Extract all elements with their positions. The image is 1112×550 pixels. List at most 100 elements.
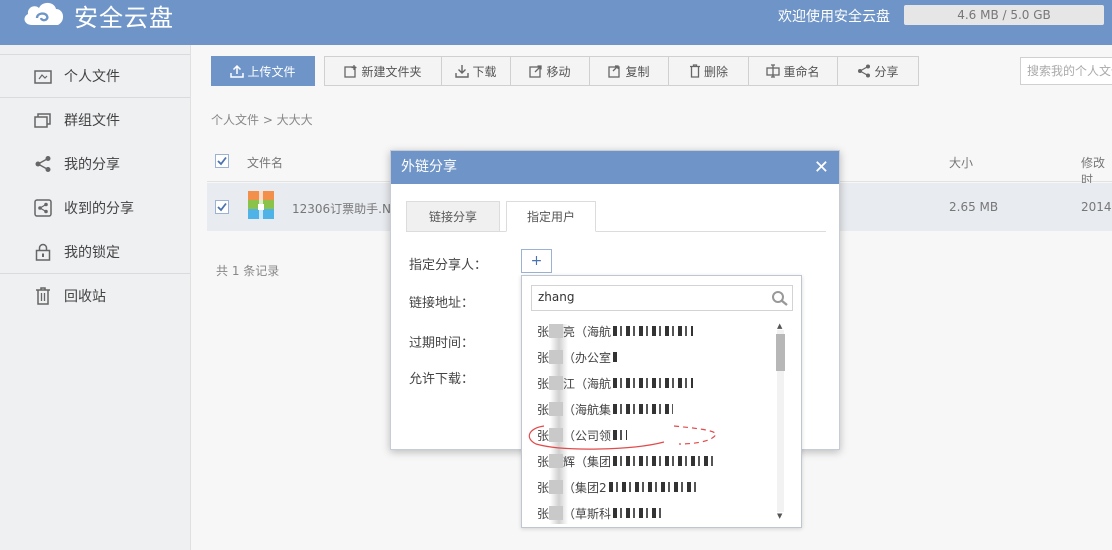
redacted-name: [549, 324, 564, 338]
sidebar-item-label: 回收站: [64, 289, 106, 305]
dropdown-scrollbar[interactable]: ▲ ▼: [774, 322, 786, 520]
move-button[interactable]: 移动: [510, 56, 590, 86]
folder-icon: [34, 67, 52, 85]
logo-text: 安全云盘: [74, 3, 174, 32]
sidebar-item-received-shares[interactable]: 收到的分享: [0, 186, 190, 230]
user-surname: 张: [537, 402, 550, 417]
user-surname: 张: [537, 480, 550, 495]
allow-download-label: 允许下载：: [409, 372, 475, 387]
user-surname: 张: [537, 350, 550, 365]
download-button[interactable]: 下载: [441, 56, 511, 86]
upload-icon: [230, 64, 245, 78]
sidebar-item-my-shares[interactable]: 我的分享: [0, 142, 190, 186]
link-address-label: 链接地址：: [409, 296, 475, 311]
dialog-title: 外链分享: [401, 159, 457, 175]
user-search-input[interactable]: zhang: [531, 285, 793, 311]
new-folder-button[interactable]: 新建文件夹: [324, 56, 442, 86]
trash-icon: [689, 64, 701, 78]
delete-button-label: 删除: [703, 64, 728, 79]
annotation-ellipse: [528, 425, 717, 450]
received-share-icon: [34, 199, 52, 217]
user-surname: 张: [537, 324, 550, 339]
row-checkbox[interactable]: [215, 200, 229, 214]
list-item[interactable]: 张江（海航: [537, 370, 777, 396]
tab-link-share[interactable]: 链接分享: [406, 201, 500, 232]
move-button-label: 移动: [546, 64, 571, 79]
sidebar-item-personal-files[interactable]: 个人文件: [0, 54, 190, 98]
move-icon: [529, 64, 543, 78]
user-org: 辉（集团: [563, 454, 612, 469]
rename-button[interactable]: 重命名: [748, 56, 838, 86]
scroll-up-icon[interactable]: ▲: [777, 322, 782, 330]
column-header-name[interactable]: 文件名: [247, 154, 283, 171]
expire-time-label: 过期时间：: [409, 336, 475, 351]
redacted-text: [613, 352, 620, 362]
redacted-text: [613, 456, 714, 466]
share-button-label: 分享: [874, 64, 899, 79]
top-header: 安全云盘 欢迎使用安全云盘 4.6 MB / 5.0 GB: [0, 0, 1112, 45]
group-folder-icon: [34, 111, 52, 129]
user-select-dropdown: zhang 张亮（海航 张（办公室 张江（海航 张（海航集 张（公司领 张辉（集…: [521, 275, 802, 528]
list-item[interactable]: 张 （集团2: [537, 474, 777, 500]
scrollbar-thumb[interactable]: [776, 334, 785, 371]
tab-specified-user[interactable]: 指定用户: [506, 201, 596, 232]
user-surname: 张: [537, 454, 550, 469]
rename-button-label: 重命名: [783, 64, 820, 79]
redacted-name: [549, 402, 564, 416]
upload-button[interactable]: 上传文件: [211, 56, 315, 86]
add-sharer-button[interactable]: +: [521, 249, 552, 273]
sidebar-item-label: 个人文件: [64, 69, 120, 85]
list-item[interactable]: 张 （草斯科: [537, 500, 777, 526]
file-name[interactable]: 12306订票助手.NE: [292, 200, 399, 217]
share-button[interactable]: 分享: [837, 56, 919, 86]
sidebar-item-my-locks[interactable]: 我的锁定: [0, 230, 190, 274]
list-item[interactable]: 张亮（海航: [537, 318, 777, 344]
delete-button[interactable]: 删除: [668, 56, 749, 86]
redacted-text: [613, 326, 694, 336]
list-item[interactable]: 张 （办公室: [537, 344, 777, 370]
dialog-tabs: 链接分享 指定用户: [406, 201, 826, 232]
user-org: 亮（海航: [563, 324, 612, 339]
user-org: （集团2: [563, 480, 607, 495]
cloud-icon: [22, 0, 66, 31]
new-folder-button-label: 新建文件夹: [361, 64, 422, 79]
redacted-name: [549, 350, 564, 364]
sidebar-item-label: 群组文件: [64, 113, 120, 129]
sidebar-item-label: 我的锁定: [64, 245, 120, 261]
zip-file-icon: [247, 190, 275, 224]
sidebar-item-group-files[interactable]: 群组文件: [0, 98, 190, 142]
breadcrumb[interactable]: 个人文件 > 大大大: [211, 111, 313, 128]
redacted-text: [613, 404, 674, 414]
redacted-name: [549, 454, 564, 468]
file-size: 2.65 MB: [949, 200, 999, 214]
download-icon: [455, 64, 470, 78]
lock-icon: [34, 243, 52, 261]
upload-button-label: 上传文件: [247, 64, 296, 79]
share-icon: [857, 64, 871, 78]
file-modified: 2014-: [1081, 200, 1112, 214]
user-org: （办公室: [563, 350, 612, 365]
user-surname: 张: [537, 376, 550, 391]
dialog-header: 外链分享 ✕: [391, 151, 839, 184]
share-icon: [34, 155, 52, 173]
rename-icon: [766, 64, 781, 78]
close-icon[interactable]: ✕: [814, 151, 829, 184]
list-item[interactable]: 张 （海航集: [537, 396, 777, 422]
redacted-text: [608, 482, 699, 492]
user-search-value: zhang: [538, 290, 575, 304]
redacted-name: [549, 506, 564, 520]
scroll-down-icon[interactable]: ▼: [777, 512, 782, 520]
storage-quota: 4.6 MB / 5.0 GB: [904, 5, 1104, 25]
record-count: 共 1 条记录: [216, 264, 280, 278]
check-icon: [217, 202, 227, 212]
sidebar-item-recycle-bin[interactable]: 回收站: [0, 274, 190, 318]
redacted-name: [549, 376, 564, 390]
copy-button-label: 复制: [625, 64, 650, 79]
search-input[interactable]: 搜索我的个人文件: [1020, 57, 1112, 85]
column-header-size[interactable]: 大小: [949, 154, 973, 171]
search-icon[interactable]: [771, 290, 789, 310]
select-all-checkbox[interactable]: [215, 154, 229, 168]
copy-button[interactable]: 复制: [589, 56, 669, 86]
new-folder-icon: [344, 64, 358, 78]
sidebar-item-label: 收到的分享: [64, 201, 134, 217]
